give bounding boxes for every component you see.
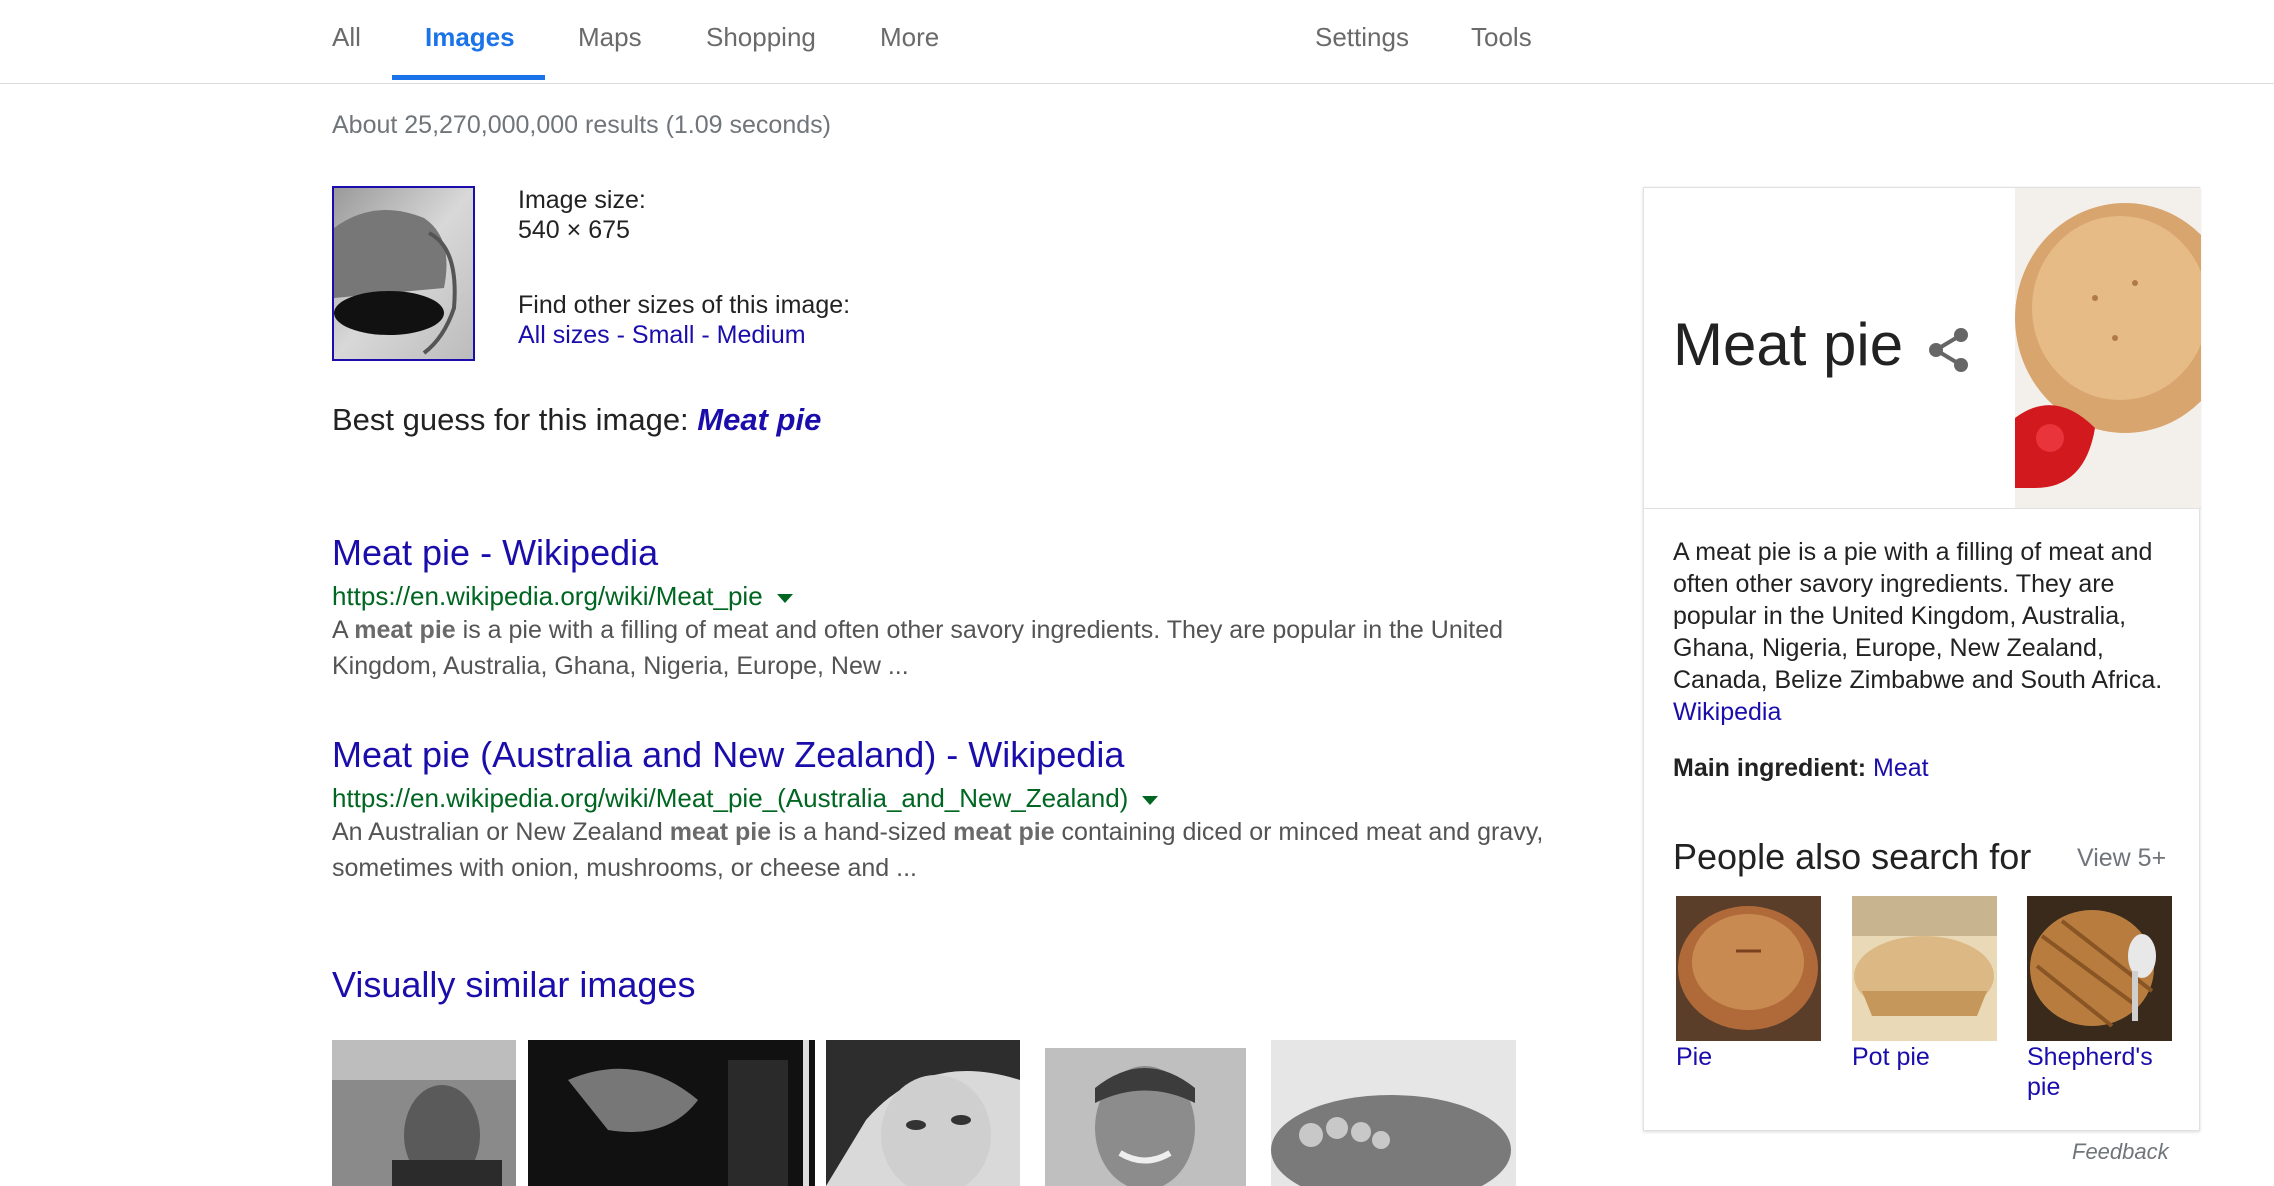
result-url: https://en.wikipedia.org/wiki/Meat_pie <box>332 581 793 612</box>
tab-maps[interactable]: Maps <box>578 22 642 53</box>
active-tab-indicator <box>392 75 545 80</box>
query-image-thumbnail[interactable] <box>332 186 475 361</box>
similar-image[interactable] <box>528 1040 815 1186</box>
snippet-bold: meat pie <box>953 818 1055 846</box>
small-size-link[interactable]: Small <box>632 321 695 349</box>
tab-images[interactable]: Images <box>425 22 515 53</box>
result-url-text: https://en.wikipedia.org/wiki/Meat_pie_(… <box>332 783 1129 813</box>
similar-image[interactable] <box>826 1040 1020 1186</box>
psf-label-pie[interactable]: Pie <box>1676 1042 1821 1072</box>
results-stats: About 25,270,000,000 results (1.09 secon… <box>332 111 831 139</box>
tools-link[interactable]: Tools <box>1471 22 1532 53</box>
search-tabs-bar: All Images Maps Shopping More Settings T… <box>0 0 2274 84</box>
similar-image-2 <box>528 1040 815 1186</box>
psf-label-shepherds-pie[interactable]: Shepherd's pie <box>2027 1042 2153 1102</box>
medium-size-link[interactable]: Medium <box>717 321 806 349</box>
pot-pie-image <box>1852 896 1997 1041</box>
knowledge-panel: Meat pie A meat pie is a pie with a fill… <box>1643 187 2201 1131</box>
result-url-text: https://en.wikipedia.org/wiki/Meat_pie <box>332 581 763 611</box>
best-guess-link[interactable]: Meat pie <box>697 402 821 437</box>
feedback-link[interactable]: Feedback <box>2072 1139 2169 1165</box>
similar-image-1 <box>332 1040 516 1186</box>
snippet-bold: meat pie <box>354 616 456 644</box>
snippet-text: is a pie with a filling of meat and ofte… <box>332 616 1504 680</box>
similar-image-4 <box>1045 1048 1246 1186</box>
url-dropdown-icon[interactable] <box>1142 795 1159 805</box>
size-separator: - <box>701 321 710 349</box>
shepherds-pie-image <box>2027 896 2172 1041</box>
best-guess: Best guess for this image: Meat pie <box>332 402 821 438</box>
snippet-text: is a hand-sized <box>771 818 954 846</box>
similar-image-3 <box>826 1040 1020 1186</box>
main-ingredient-label: Main ingredient: <box>1673 754 1867 782</box>
meat-pie-image <box>2015 188 2201 508</box>
image-size-value: 540 × 675 <box>518 216 630 244</box>
wikipedia-link[interactable]: Wikipedia <box>1673 698 1781 726</box>
tab-more[interactable]: More <box>880 22 939 53</box>
kp-description-text: A meat pie is a pie with a filling of me… <box>1673 538 2163 694</box>
psf-thumb-shepherds-pie[interactable] <box>2027 896 2172 1041</box>
psf-label-pot-pie[interactable]: Pot pie <box>1852 1042 1997 1072</box>
size-separator: - <box>616 321 625 349</box>
kp-description: A meat pie is a pie with a filling of me… <box>1673 536 2168 728</box>
size-links: All sizes - Small - Medium <box>518 321 806 350</box>
main-ingredient: Main ingredient: Meat <box>1673 754 1929 783</box>
result-url: https://en.wikipedia.org/wiki/Meat_pie_(… <box>332 783 1159 814</box>
psf-thumb-pie[interactable] <box>1676 896 1821 1041</box>
psf-thumb-pot-pie[interactable] <box>1852 896 1997 1041</box>
psf-heading: People also search for <box>1673 836 2032 877</box>
kp-hero-image[interactable] <box>2015 188 2201 508</box>
result-snippet: An Australian or New Zealand meat pie is… <box>332 814 1582 886</box>
snippet-bold: meat pie <box>669 818 772 846</box>
query-image <box>334 188 473 359</box>
settings-link[interactable]: Settings <box>1315 22 1409 53</box>
similar-image[interactable] <box>1045 1048 1246 1186</box>
image-size-label: Image size: <box>518 186 646 214</box>
find-sizes-label: Find other sizes of this image: <box>518 291 851 319</box>
all-sizes-link[interactable]: All sizes <box>518 321 610 349</box>
snippet-text: An Australian or New Zealand <box>332 818 670 846</box>
result-snippet: A meat pie is a pie with a filling of me… <box>332 612 1582 684</box>
similar-image[interactable] <box>1271 1040 1516 1186</box>
snippet-text: A <box>332 616 355 644</box>
kp-divider <box>1644 508 2201 509</box>
main-ingredient-link[interactable]: Meat <box>1873 754 1929 782</box>
share-icon[interactable] <box>1927 327 1971 373</box>
best-guess-label: Best guess for this image: <box>332 402 689 437</box>
result-title-link[interactable]: Meat pie - Wikipedia <box>332 532 658 574</box>
pie-image <box>1676 896 1821 1041</box>
url-dropdown-icon[interactable] <box>776 593 793 603</box>
tab-all[interactable]: All <box>332 22 361 53</box>
view-more-link[interactable]: View 5+ <box>2077 844 2166 873</box>
result-title-link[interactable]: Meat pie (Australia and New Zealand) - W… <box>332 734 1124 776</box>
kp-title: Meat pie <box>1673 311 1904 378</box>
visually-similar-heading[interactable]: Visually similar images <box>332 964 695 1006</box>
similar-image[interactable] <box>332 1040 516 1186</box>
similar-image-5 <box>1271 1040 1516 1186</box>
tab-shopping[interactable]: Shopping <box>706 22 816 53</box>
